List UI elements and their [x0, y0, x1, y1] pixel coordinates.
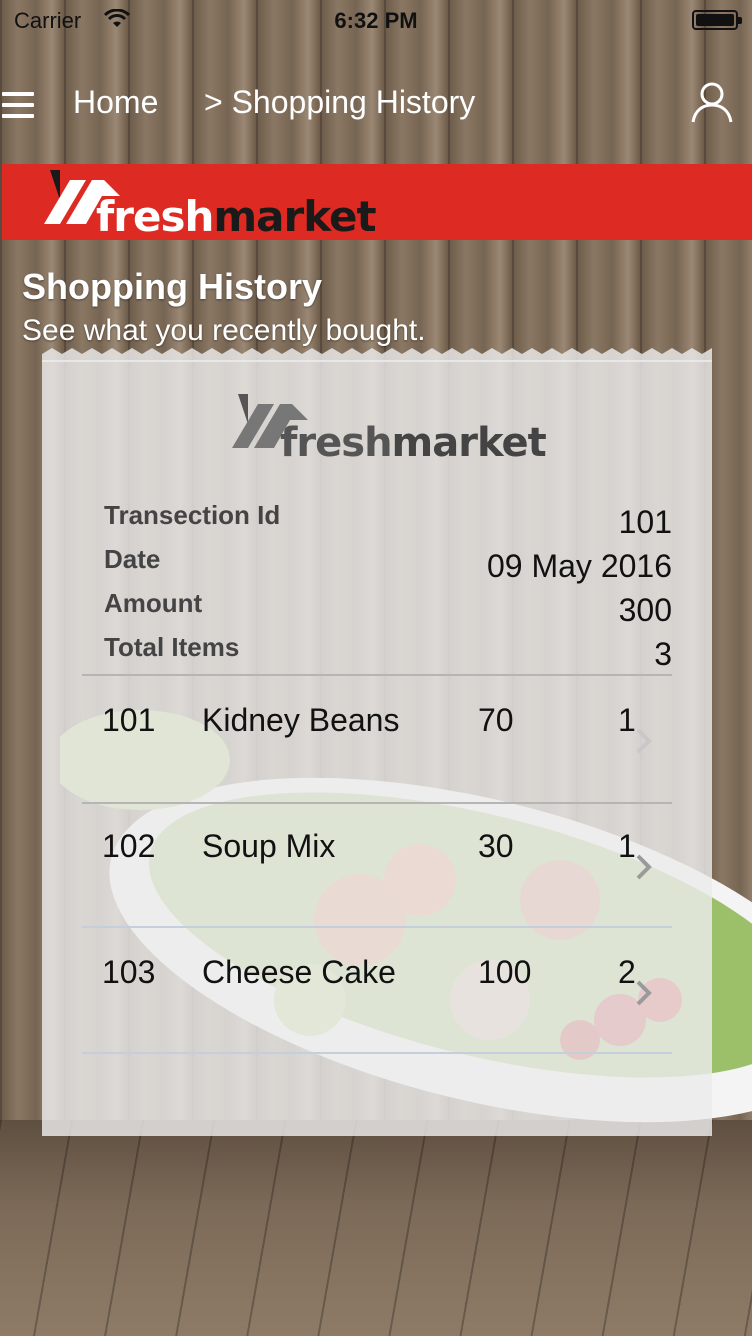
date-value: 09 May 2016 — [486, 548, 672, 584]
nav-bar: Home > Shopping History — [0, 60, 752, 150]
transaction-id-row: Transection Id 101 — [104, 500, 672, 540]
list-item[interactable]: 102 Soup Mix 30 1 — [82, 802, 672, 928]
item-id: 102 — [102, 828, 156, 864]
item-price: 30 — [478, 828, 514, 864]
chevron-right-icon — [636, 854, 652, 880]
wood-floor-background — [0, 1120, 752, 1336]
item-price: 70 — [478, 702, 514, 738]
breadcrumb-current: > Shopping History — [204, 84, 476, 120]
page-subtitle: See what you recently bought. — [22, 314, 426, 347]
list-item[interactable]: 101 Kidney Beans 70 1 — [82, 676, 672, 802]
receipt-card: freshmarket Transection Id 101 Date 09 M… — [42, 360, 712, 1136]
total-items-value: 3 — [654, 636, 672, 672]
list-item[interactable]: 103 Cheese Cake 100 2 — [82, 928, 672, 1054]
item-name: Kidney Beans — [202, 702, 400, 738]
amount-row: Amount 300 — [104, 588, 672, 628]
status-bar: Carrier 6:32 PM — [0, 0, 752, 40]
battery-icon — [692, 10, 742, 30]
item-name: Cheese Cake — [202, 954, 396, 990]
transaction-id-value: 101 — [618, 504, 672, 540]
brand-wordmark: freshmarket — [96, 192, 377, 241]
row-divider — [82, 1052, 672, 1054]
hamburger-menu-icon[interactable] — [2, 92, 34, 118]
amount-label: Amount — [104, 588, 203, 618]
status-time: 6:32 PM — [334, 8, 418, 33]
page-title: Shopping History — [22, 266, 322, 307]
total-items-label: Total Items — [104, 632, 240, 662]
brand-banner: freshmarket — [2, 164, 752, 241]
item-id: 101 — [102, 702, 156, 738]
transaction-id-label: Transection Id — [104, 500, 281, 530]
item-name: Soup Mix — [202, 828, 336, 864]
receipt-brand-wordmark: freshmarket — [280, 420, 547, 466]
date-label: Date — [104, 544, 161, 574]
breadcrumb-home-link[interactable]: Home — [73, 84, 158, 121]
chevron-right-icon — [636, 980, 652, 1006]
total-items-row: Total Items 3 — [104, 632, 672, 672]
chevron-right-icon — [636, 728, 652, 754]
item-id: 103 — [102, 954, 156, 990]
user-profile-icon[interactable] — [690, 80, 734, 124]
item-price: 100 — [478, 954, 532, 990]
date-row: Date 09 May 2016 — [104, 544, 672, 584]
amount-value: 300 — [618, 592, 672, 628]
